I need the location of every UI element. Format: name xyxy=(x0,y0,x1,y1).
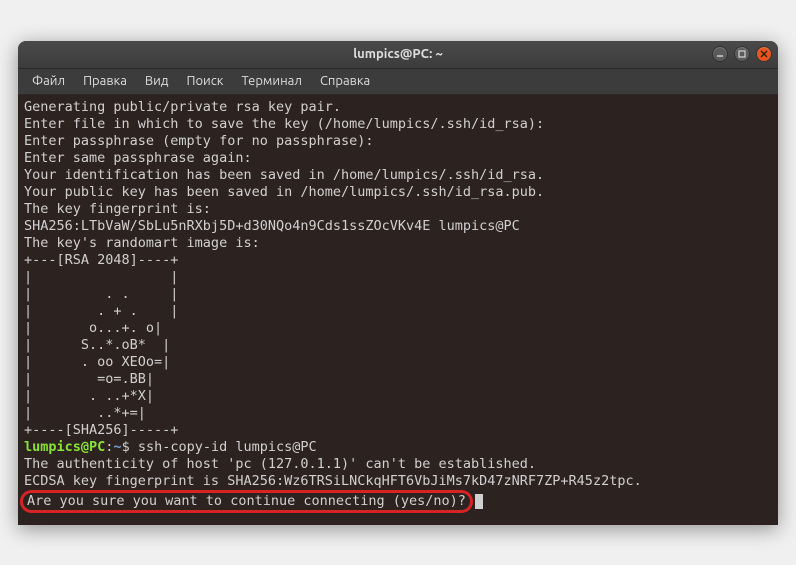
highlight-annotation: Are you sure you want to continue connec… xyxy=(20,490,473,513)
output-line: Generating public/private rsa key pair. xyxy=(24,99,341,115)
maximize-button[interactable] xyxy=(734,46,750,62)
output-line: Your public key has been saved in /home/… xyxy=(24,184,544,200)
output-line: ECDSA key fingerprint is SHA256:Wz6TRSiL… xyxy=(24,473,642,489)
terminal-body[interactable]: Generating public/private rsa key pair. … xyxy=(18,95,778,525)
window-title: lumpics@PC: ~ xyxy=(18,47,778,61)
randomart-line: +----[SHA256]-----+ xyxy=(24,422,178,438)
randomart-line: | . ..+*X| xyxy=(24,388,154,404)
output-line: Your identification has been saved in /h… xyxy=(24,167,544,183)
randomart-line: | =o=.BB| xyxy=(24,371,154,387)
menu-help[interactable]: Справка xyxy=(312,71,378,91)
menu-search[interactable]: Поиск xyxy=(178,71,231,91)
menu-file[interactable]: Файл xyxy=(24,71,73,91)
prompt-user: lumpics@PC xyxy=(24,439,105,455)
output-line: The key fingerprint is: xyxy=(24,201,211,217)
terminal-window: lumpics@PC: ~ Файл Правка Вид Поиск Терм… xyxy=(18,41,778,525)
randomart-line: | | xyxy=(24,269,178,285)
randomart-line: | o...+. o| xyxy=(24,320,162,336)
output-line: Enter file in which to save the key (/ho… xyxy=(24,116,544,132)
cursor xyxy=(475,494,483,509)
window-controls xyxy=(712,46,772,62)
command-text: ssh-copy-id lumpics@PC xyxy=(138,439,317,455)
prompt-path: ~ xyxy=(113,439,121,455)
menu-terminal[interactable]: Терминал xyxy=(233,71,309,91)
randomart-line: | . . | xyxy=(24,286,178,302)
prompt-dollar: $ xyxy=(122,439,138,455)
close-button[interactable] xyxy=(756,46,772,62)
confirm-prompt: Are you sure you want to continue connec… xyxy=(27,493,466,509)
titlebar[interactable]: lumpics@PC: ~ xyxy=(18,41,778,69)
randomart-line: | ..*+=| xyxy=(24,405,146,421)
menu-view[interactable]: Вид xyxy=(137,71,177,91)
randomart-line: | . + . | xyxy=(24,303,178,319)
minimize-button[interactable] xyxy=(712,46,728,62)
output-line: Enter passphrase (empty for no passphras… xyxy=(24,133,374,149)
output-line: Enter same passphrase again: xyxy=(24,150,252,166)
menubar: Файл Правка Вид Поиск Терминал Справка xyxy=(18,69,778,95)
output-line: The authenticity of host 'pc (127.0.1.1)… xyxy=(24,456,536,472)
menu-edit[interactable]: Правка xyxy=(75,71,135,91)
randomart-line: | . oo XEOo=| xyxy=(24,354,170,370)
randomart-line: +---[RSA 2048]----+ xyxy=(24,252,178,268)
output-line: SHA256:LTbVaW/SbLu5nRXbj5D+d30NQo4n9Cds1… xyxy=(24,218,520,234)
output-line: The key's randomart image is: xyxy=(24,235,260,251)
randomart-line: | S..*.oB* | xyxy=(24,337,170,353)
